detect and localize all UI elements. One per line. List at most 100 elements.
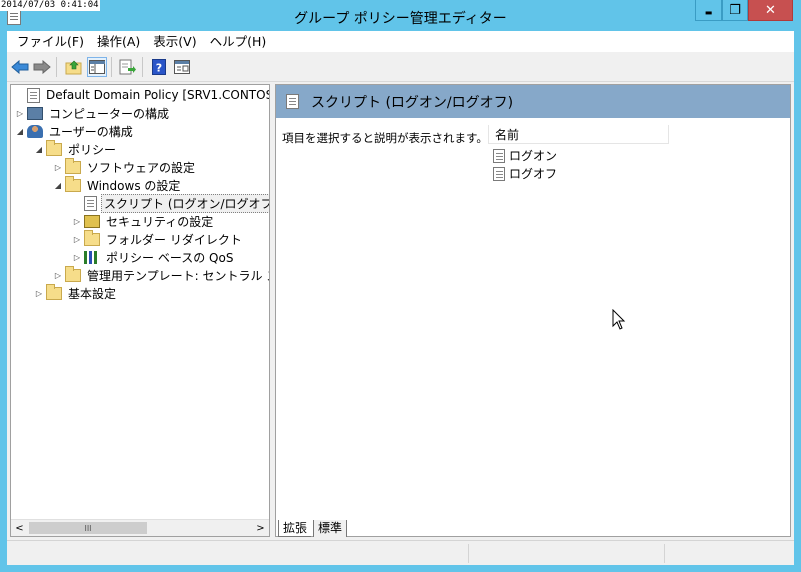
tree-node-label: フォルダー リダイレクト: [106, 232, 242, 247]
script-icon: [493, 166, 505, 181]
timestamp-overlay: 2014/07/03 0:41:04: [0, 0, 100, 11]
column-header-name[interactable]: 名前: [488, 125, 669, 144]
up-folder-icon: [65, 60, 82, 75]
horizontal-scrollbar[interactable]: < III >: [11, 519, 269, 536]
tree-node-label: ユーザーの構成: [49, 124, 133, 139]
tree-node-computer-config[interactable]: ▷ コンピューターの構成: [15, 104, 171, 122]
properties-icon: [174, 60, 190, 74]
scroll-left-arrow-icon[interactable]: <: [11, 520, 28, 536]
details-header: スクリプト (ログオン/ログオフ): [276, 85, 790, 118]
tree-node-label: セキュリティの設定: [106, 214, 214, 229]
tree-node-security-settings[interactable]: ▷ セキュリティの設定: [72, 212, 215, 230]
collapse-arrow-icon[interactable]: ◢: [34, 145, 44, 154]
scrollbar-thumb[interactable]: III: [29, 522, 147, 534]
status-cell: [468, 544, 664, 563]
toolbar-separator: [142, 57, 143, 77]
policy-document-icon: [27, 87, 40, 103]
description-text: 項目を選択すると説明が表示されます。: [282, 131, 488, 145]
minimize-button[interactable]: ▬: [695, 0, 722, 21]
export-list-button[interactable]: [118, 57, 138, 77]
export-list-icon: [119, 59, 136, 75]
expand-arrow-icon[interactable]: ▷: [53, 163, 63, 172]
folder-icon: [84, 229, 100, 246]
expand-arrow-icon[interactable]: ▷: [72, 235, 82, 244]
up-one-level-button[interactable]: [64, 57, 84, 77]
tree-node-label: 基本設定: [68, 286, 117, 301]
menu-file[interactable]: ファイル(F): [12, 31, 89, 52]
menu-help[interactable]: ヘルプ(H): [205, 31, 272, 52]
computer-icon: [27, 106, 43, 120]
folder-icon: [46, 283, 62, 300]
title-bar: グループ ポリシー管理エディター 2014/07/03 0:41:04 ▬ ❐ …: [0, 0, 801, 31]
close-button[interactable]: ✕: [748, 0, 793, 21]
status-cell: [664, 544, 792, 563]
tree-node-windows-settings[interactable]: ◢ Windows の設定: [53, 175, 182, 194]
list-item-logoff[interactable]: ログオフ: [493, 165, 557, 182]
details-pane: スクリプト (ログオン/ログオフ) 項目を選択すると説明が表示されます。 名前 …: [275, 84, 791, 537]
script-icon: [493, 148, 505, 163]
folder-icon: [65, 265, 81, 282]
scroll-right-arrow-icon[interactable]: >: [252, 520, 269, 536]
tree-node-policies[interactable]: ◢ ポリシー: [34, 139, 118, 158]
tree-node-label: ポリシー ベースの QoS: [106, 250, 234, 265]
list-item-label: ログオン: [509, 149, 558, 163]
tree-node-scripts[interactable]: スクリプト (ログオン/ログオフ): [72, 193, 269, 213]
tree-node-policy-qos[interactable]: ▷ ポリシー ベースの QoS: [72, 248, 235, 266]
folder-icon: [65, 157, 81, 174]
menu-view[interactable]: 表示(V): [148, 31, 201, 52]
tree-node-admin-templates[interactable]: ▷ 管理用テンプレート: セントラル ストアカ: [53, 265, 269, 284]
back-icon: [11, 60, 29, 74]
tree-node-software-settings[interactable]: ▷ ソフトウェアの設定: [53, 157, 197, 176]
close-icon: ✕: [765, 2, 776, 18]
menu-action[interactable]: 操作(A): [92, 31, 145, 52]
minimize-icon: ▬: [704, 7, 713, 17]
collapse-arrow-icon[interactable]: ◢: [15, 127, 25, 136]
expand-arrow-icon[interactable]: ▷: [34, 289, 44, 298]
back-button[interactable]: [10, 57, 30, 77]
script-icon: [84, 195, 97, 211]
tree-node-preferences[interactable]: ▷ 基本設定: [34, 283, 118, 302]
tree-node-user-config[interactable]: ◢ ユーザーの構成: [15, 122, 135, 140]
view-tabs: 拡張 標準: [275, 520, 791, 538]
tree-node-folder-redirection[interactable]: ▷ フォルダー リダイレクト: [72, 229, 244, 248]
tab-standard[interactable]: 標準: [313, 520, 348, 537]
properties-button[interactable]: [172, 57, 192, 77]
collapse-arrow-icon[interactable]: ◢: [53, 181, 63, 190]
console-tree[interactable]: Default Domain Policy [SRV1.CONTOSO. ▷ コ…: [10, 84, 270, 537]
tab-extended[interactable]: 拡張: [278, 520, 312, 537]
security-lock-icon: [84, 214, 100, 228]
status-bar: [7, 540, 794, 564]
expand-arrow-icon[interactable]: ▷: [15, 109, 25, 118]
tree-node-label: 管理用テンプレート: セントラル ストアカ: [87, 268, 269, 283]
tree-node-label: コンピューターの構成: [49, 106, 170, 121]
list-item-logon[interactable]: ログオン: [493, 147, 557, 164]
tree-node-label: ソフトウェアの設定: [87, 160, 196, 175]
tree-node-root-policy[interactable]: Default Domain Policy [SRV1.CONTOSO.: [15, 86, 270, 104]
menu-bar: ファイル(F) 操作(A) 表示(V) ヘルプ(H): [7, 31, 794, 52]
tree-node-label: Default Domain Policy [SRV1.CONTOSO.: [46, 88, 270, 102]
expand-arrow-icon[interactable]: ▷: [53, 271, 63, 280]
expand-arrow-icon[interactable]: ▷: [72, 253, 82, 262]
toolbar-separator: [111, 57, 112, 77]
help-button[interactable]: ?: [149, 57, 169, 77]
maximize-button[interactable]: ❐: [722, 0, 748, 21]
details-title: スクリプト (ログオン/ログオフ): [311, 94, 514, 111]
user-icon: [27, 124, 43, 138]
window-frame: ファイル(F) 操作(A) 表示(V) ヘルプ(H) ? Default Dom…: [7, 31, 794, 565]
help-icon: ?: [152, 59, 166, 75]
forward-icon: [33, 60, 51, 74]
show-hide-console-tree-button[interactable]: [87, 57, 107, 77]
list-item-label: ログオフ: [509, 167, 558, 181]
toolbar: ?: [7, 52, 794, 82]
expand-arrow-icon[interactable]: ▷: [72, 217, 82, 226]
forward-button[interactable]: [32, 57, 52, 77]
tree-node-label: スクリプト (ログオン/ログオフ): [101, 193, 269, 213]
qos-chart-icon: [84, 250, 100, 264]
folder-icon: [65, 175, 81, 192]
script-icon: [286, 94, 299, 109]
show-hide-tree-icon: [89, 60, 105, 74]
tree-node-label: ポリシー: [68, 142, 117, 157]
toolbar-separator: [56, 57, 57, 77]
mouse-pointer-icon: [612, 309, 626, 330]
folder-icon: [46, 139, 62, 156]
